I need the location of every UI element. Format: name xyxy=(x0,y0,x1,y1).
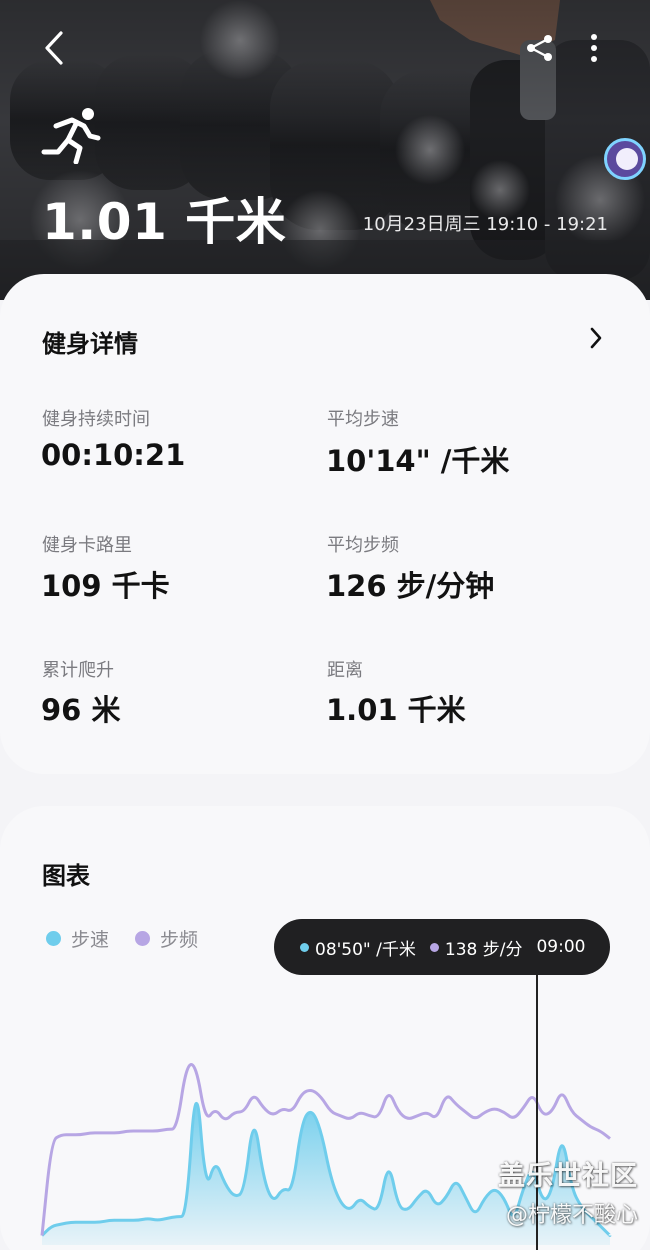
more-vertical-icon xyxy=(591,34,597,62)
watch-badge-icon[interactable] xyxy=(604,138,646,180)
metric-avg-pace-value: 10'14" /千米 xyxy=(326,444,510,478)
metric-elevation-value: 96 米 xyxy=(41,693,121,727)
back-button[interactable] xyxy=(34,26,74,70)
metric-duration-value: 00:10:21 xyxy=(41,438,186,472)
chevron-left-icon xyxy=(45,31,63,65)
metric-cadence-value: 126 步/分钟 xyxy=(326,569,495,603)
metric-distance-value: 1.01 千米 xyxy=(326,693,466,727)
chevron-right-icon xyxy=(590,327,602,349)
tooltip-pace-dot xyxy=(300,942,309,952)
hero-distance: 1.01 千米 xyxy=(42,193,287,251)
metric-duration-label: 健身持续时间 xyxy=(42,409,150,430)
metric-calories-value: 109 千卡 xyxy=(41,569,170,603)
legend-label-pace: 步速 xyxy=(71,929,110,951)
watermark: 盖乐世社区 @柠檬不酸心 xyxy=(498,1161,638,1228)
share-icon xyxy=(527,35,552,61)
tooltip-cadence-dot xyxy=(429,942,439,952)
tooltip-cadence: 138 步/分 xyxy=(429,935,523,960)
metric-avg-pace-label: 平均步速 xyxy=(327,409,399,430)
tooltip-time: 09:00 xyxy=(536,937,586,957)
metric-elevation-label: 累计爬升 xyxy=(42,660,114,681)
metric-distance-label: 距离 xyxy=(327,660,363,681)
more-options-button[interactable] xyxy=(578,28,610,68)
tooltip-cadence-value: 138 步/分 xyxy=(444,939,523,960)
workout-time-range: 10月23日周三 19:10 - 19:21 xyxy=(362,214,608,235)
legend-item-cadence[interactable]: 步频 xyxy=(135,925,198,952)
chart-tooltip: 08'50" /千米 138 步/分 09:00 xyxy=(274,919,610,975)
tooltip-pace: 08'50" /千米 xyxy=(300,935,416,960)
chart-legend: 步速 步频 xyxy=(46,925,198,952)
details-title: 健身详情 xyxy=(42,330,138,358)
share-button[interactable] xyxy=(520,28,560,68)
legend-item-pace[interactable]: 步速 xyxy=(46,925,109,952)
legend-dot-cadence xyxy=(135,931,151,946)
metric-calories-label: 健身卡路里 xyxy=(42,535,132,556)
details-more-button[interactable] xyxy=(580,320,612,356)
running-icon xyxy=(41,108,101,164)
legend-label-cadence: 步频 xyxy=(160,929,199,951)
chart-title: 图表 xyxy=(42,862,90,890)
legend-dot-pace xyxy=(46,931,61,946)
metric-cadence-label: 平均步频 xyxy=(327,535,399,556)
tooltip-pace-value: 08'50" /千米 xyxy=(315,939,416,960)
